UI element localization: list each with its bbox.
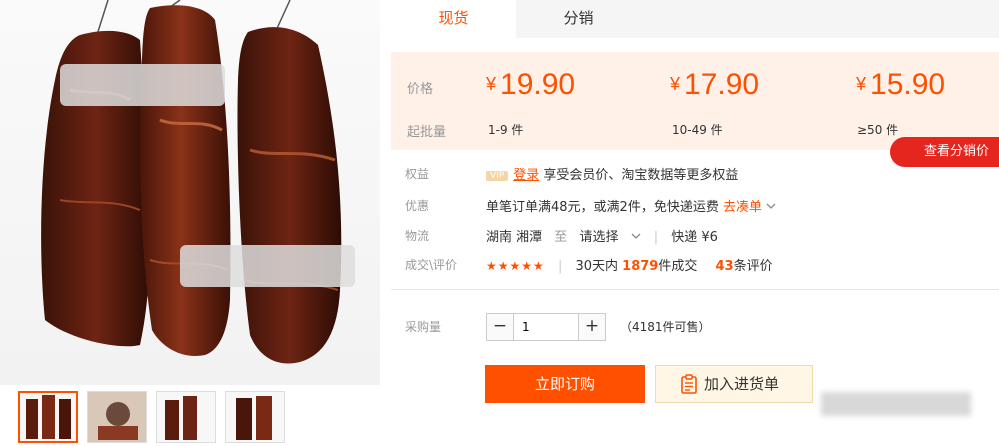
section-divider — [391, 289, 999, 290]
tab-in-stock[interactable]: 现货 — [391, 0, 516, 38]
currency-symbol: ¥ — [856, 74, 867, 94]
price-value: 19.90 — [500, 68, 576, 101]
reviews-count[interactable]: 43 — [716, 259, 734, 274]
deals-label: 成交\评价 — [405, 258, 458, 272]
thumbnail-strip — [18, 391, 285, 443]
currency-symbol: ¥ — [486, 74, 497, 94]
promo-label: 优惠 — [405, 199, 430, 213]
ship-origin: 湖南 湘潭 — [486, 230, 543, 245]
currency-symbol: ¥ — [670, 74, 681, 94]
destination-select[interactable]: 请选择 — [579, 230, 618, 245]
moq-label: 起批量 — [407, 125, 447, 140]
price-tier-2: ¥17.90 — [670, 68, 759, 102]
thumbnail-2[interactable] — [87, 391, 147, 443]
quantity-stepper: − + — [486, 313, 606, 341]
deals-suffix: 件成交 — [658, 259, 698, 274]
qty-range-1: 1-9 件 — [488, 123, 524, 137]
login-link[interactable]: 登录 — [513, 168, 539, 183]
qty-range-3: ≥50 件 — [857, 123, 899, 137]
add-to-cart-label: 加入进货单 — [704, 375, 780, 393]
deals-prefix: 30天内 — [575, 259, 619, 274]
add-items-link[interactable]: 去凑单 — [723, 200, 762, 215]
chevron-down-icon — [766, 203, 776, 209]
stock-available: （4181件可售） — [620, 320, 711, 334]
chevron-down-icon[interactable] — [631, 232, 641, 240]
logistics-label: 物流 — [405, 229, 430, 243]
vip-badge: VIP — [486, 171, 509, 181]
price-tier-1: ¥19.90 — [486, 68, 575, 102]
price-tier-3: ¥15.90 — [856, 68, 945, 102]
increment-button[interactable]: + — [579, 314, 605, 340]
buy-now-button[interactable]: 立即订购 — [485, 365, 645, 403]
watermark — [821, 392, 971, 416]
star-rating: ★★★★★ — [486, 259, 545, 273]
quantity-label: 采购量 — [405, 320, 442, 334]
thumbnail-1[interactable] — [18, 391, 78, 443]
quantity-input[interactable] — [513, 314, 579, 340]
promo-text: 单笔订单满48元，或满2件，免快递运费 — [486, 200, 719, 215]
price-value: 17.90 — [684, 68, 760, 101]
cart-list-icon — [681, 374, 697, 394]
decrement-button[interactable]: − — [487, 314, 513, 340]
add-to-cart-button[interactable]: 加入进货单 — [655, 365, 813, 403]
promo-row: 优惠 单笔订单满48元，或满2件，免快递运费 去凑单 — [391, 194, 999, 216]
shipping-fee: 快递 ¥6 — [671, 230, 718, 245]
deals-count: 1879 — [622, 259, 659, 274]
thumbnail-3[interactable] — [156, 391, 216, 443]
tab-distribution[interactable]: 分销 — [516, 0, 641, 38]
tab-bar: 现货 分销 — [391, 0, 999, 38]
reviews-suffix[interactable]: 条评价 — [734, 259, 773, 274]
product-gallery — [0, 0, 380, 446]
qty-range-2: 10-49 件 — [672, 123, 723, 137]
deals-row: 成交\评价 ★★★★★ | 30天内 1879件成交 43条评价 — [405, 258, 773, 274]
product-info-panel: 现货 分销 价格 起批量 ¥19.90 ¥17.90 ¥15.90 1-9 件 … — [391, 0, 999, 446]
benefits-label: 权益 — [405, 167, 430, 181]
benefits-text: 享受会员价、淘宝数据等更多权益 — [543, 168, 739, 183]
to-text: 至 — [554, 230, 568, 245]
price-box: 价格 起批量 ¥19.90 ¥17.90 ¥15.90 1-9 件 10-49 … — [391, 52, 999, 150]
price-value: 15.90 — [870, 68, 946, 101]
logistics-row: 物流 湖南 湘潭 至 请选择 | 快递 ¥6 — [405, 229, 718, 245]
price-label: 价格 — [407, 82, 434, 97]
benefits-row: 权益 VIP 登录 享受会员价、淘宝数据等更多权益 — [391, 162, 999, 184]
thumbnail-4[interactable] — [225, 391, 285, 443]
main-product-image[interactable] — [0, 0, 380, 385]
